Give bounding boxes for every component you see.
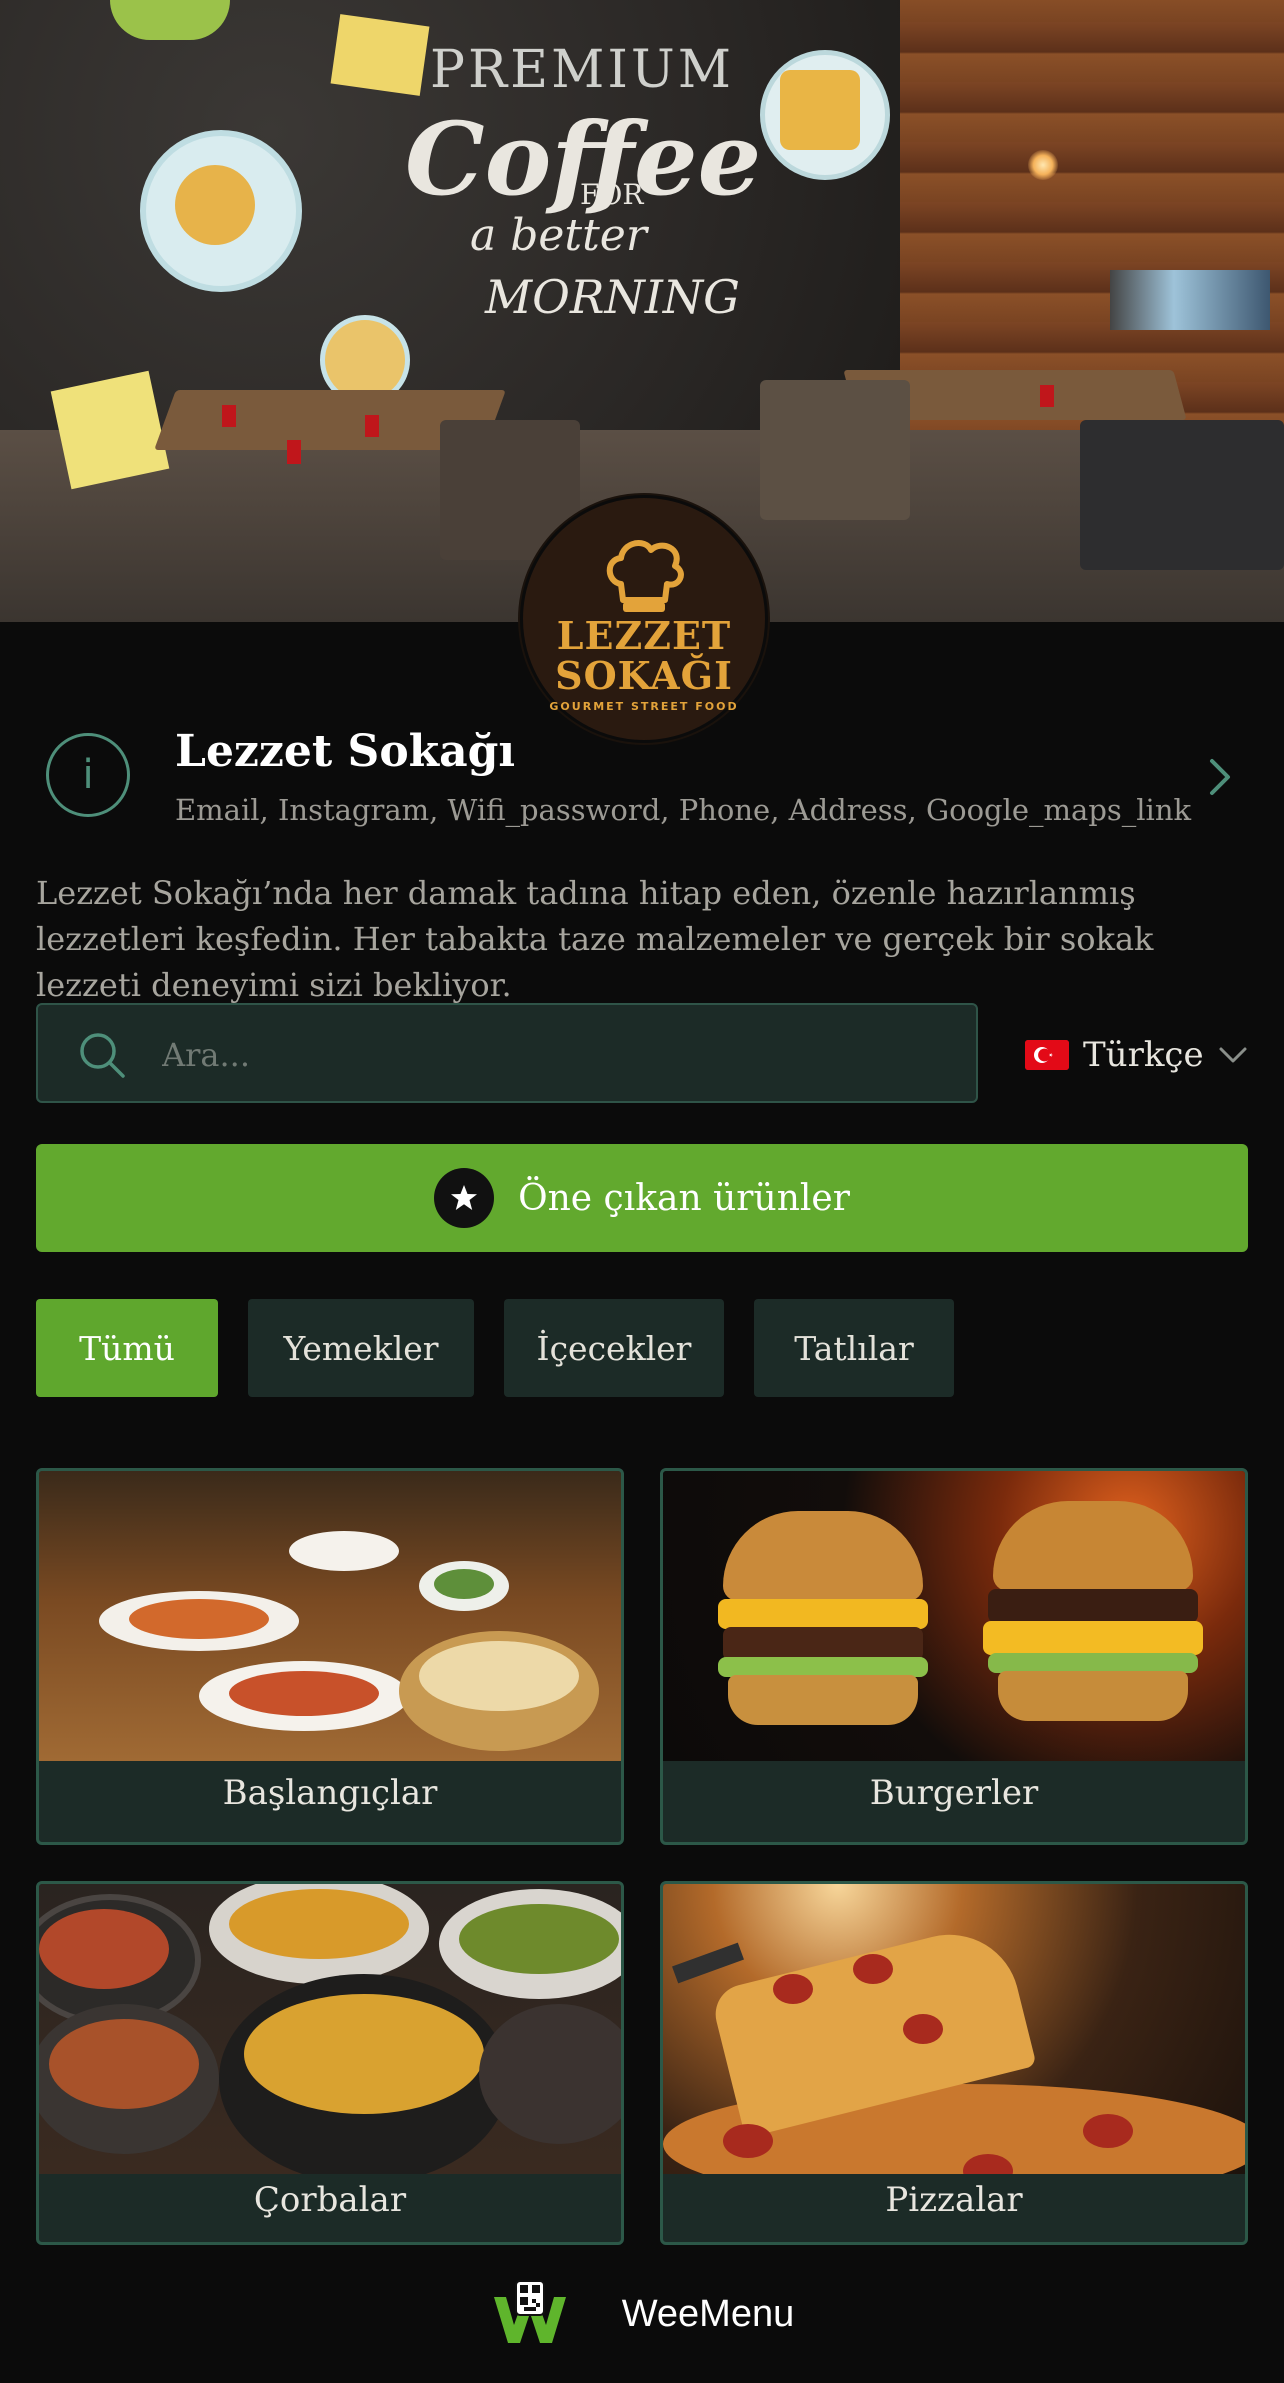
chair — [1080, 420, 1284, 570]
logo-line2: SOKAĞI — [555, 652, 733, 698]
language-label: Türkçe — [1083, 1035, 1204, 1075]
chevron-down-icon — [1219, 1047, 1247, 1063]
chalk-text-premium: PREMIUM — [430, 40, 734, 100]
honey-illustration — [175, 165, 255, 245]
tab-food[interactable]: Yemekler — [248, 1299, 474, 1397]
category-label: Burgerler — [869, 1773, 1039, 1813]
tab-all[interactable]: Tümü — [36, 1299, 218, 1397]
category-card-pizzas[interactable]: Pizzalar — [660, 1881, 1248, 2245]
weemenu-logo-icon — [493, 2280, 566, 2343]
restaurant-info-fields: Email, Instagram, Wifi_password, Phone, … — [175, 793, 1192, 827]
chalk-text-for: FOR — [580, 178, 644, 211]
restaurant-description: Lezzet Sokağı’nda her damak tadına hitap… — [36, 874, 1154, 1004]
turkey-flag-icon — [1025, 1040, 1069, 1070]
footer-branding[interactable]: WeeMenu — [0, 2245, 1284, 2383]
cracker-illustration — [50, 370, 170, 490]
candle — [1040, 385, 1054, 407]
info-icon: i — [46, 733, 130, 817]
lamp-light — [1028, 150, 1058, 180]
category-tabs: Tümü Yemekler İçecekler Tatlılar — [36, 1299, 954, 1397]
tab-desserts[interactable]: Tatlılar — [754, 1299, 954, 1397]
candle — [287, 440, 301, 464]
category-label: Pizzalar — [885, 2180, 1023, 2220]
chair — [760, 380, 910, 520]
candle — [365, 415, 379, 437]
logo-tagline: GOURMET STREET FOOD — [549, 699, 739, 713]
burgers-image — [663, 1471, 1245, 1761]
logo-line1: LEZZET — [556, 612, 732, 658]
pizzas-image — [663, 1884, 1245, 2174]
search-input[interactable] — [160, 1019, 944, 1091]
fireplace — [1110, 270, 1270, 330]
chalk-text-morning: MORNING — [485, 270, 740, 324]
waffle-illustration — [780, 70, 860, 150]
category-label: Başlangıçlar — [222, 1773, 438, 1813]
star-icon — [434, 1168, 495, 1228]
featured-label: Öne çıkan ürünler — [518, 1177, 850, 1219]
category-card-starters[interactable]: Başlangıçlar — [36, 1468, 624, 1845]
footer-brand-name: WeeMenu — [621, 2292, 795, 2335]
restaurant-logo: LEZZET SOKAĞI GOURMET STREET FOOD — [520, 495, 768, 743]
search-box[interactable] — [36, 1003, 978, 1103]
tab-drinks[interactable]: İçecekler — [504, 1299, 724, 1397]
soups-image — [39, 1884, 621, 2174]
category-label: Çorbalar — [253, 2180, 407, 2220]
language-selector[interactable]: Türkçe — [1025, 1030, 1248, 1080]
category-card-burgers[interactable]: Burgerler — [660, 1468, 1248, 1845]
chevron-right-icon[interactable] — [1200, 755, 1240, 799]
restaurant-name: Lezzet Sokağı — [175, 726, 516, 777]
chef-hat-icon — [606, 539, 684, 612]
search-icon — [80, 1033, 125, 1078]
cracker-illustration-2 — [330, 14, 430, 96]
candle — [222, 405, 236, 427]
category-card-soups[interactable]: Çorbalar — [36, 1881, 624, 2245]
chalk-text-better: a better — [470, 210, 647, 261]
featured-products-button[interactable]: Öne çıkan ürünler — [36, 1144, 1248, 1252]
starters-image — [39, 1471, 621, 1761]
